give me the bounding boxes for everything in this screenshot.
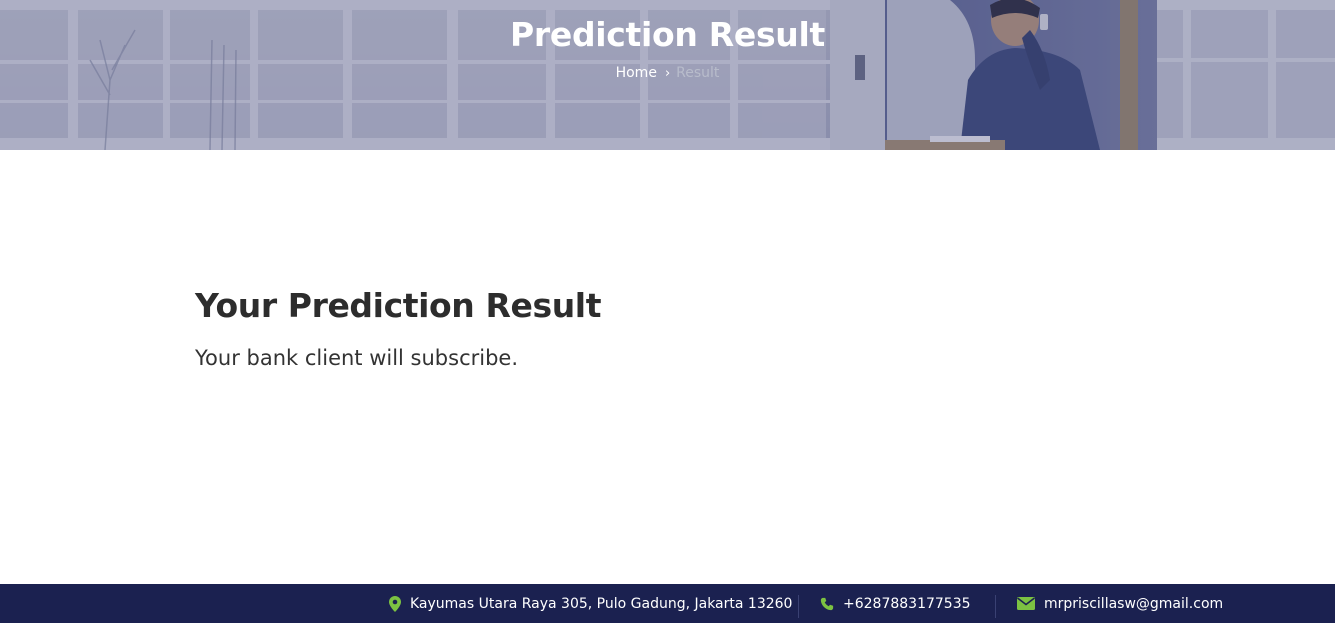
footer-email[interactable]: mrpriscillasw@gmail.com	[1017, 584, 1223, 623]
page: Prediction Result Home › Result Your Predi…	[0, 0, 1335, 623]
result-text: Your bank client will subscribe.	[195, 346, 519, 370]
footer-divider	[798, 595, 799, 618]
footer-divider	[995, 595, 996, 618]
result-heading: Your Prediction Result	[195, 286, 602, 325]
result-section: Your Prediction Result Your bank client …	[195, 284, 1095, 372]
map-pin-icon	[389, 595, 401, 612]
breadcrumb-current: Result	[676, 65, 720, 81]
envelope-icon	[1017, 597, 1035, 610]
footer-phone[interactable]: +6287883177535	[820, 584, 971, 623]
footer-email-text[interactable]: mrpriscillasw@gmail.com	[1044, 596, 1223, 612]
phone-icon	[820, 597, 834, 611]
footer-address-text: Kayumas Utara Raya 305, Pulo Gadung, Jak…	[410, 595, 793, 612]
contact-footer-bar: Kayumas Utara Raya 305, Pulo Gadung, Jak…	[0, 584, 1335, 623]
footer-address: Kayumas Utara Raya 305, Pulo Gadung, Jak…	[389, 584, 792, 623]
breadcrumb-home-link[interactable]: Home	[616, 65, 657, 81]
page-header-banner: Prediction Result Home › Result	[0, 0, 1335, 150]
footer-phone-text[interactable]: +6287883177535	[843, 596, 971, 612]
page-title: Prediction Result	[510, 15, 825, 54]
chevron-right-icon: ›	[664, 66, 671, 81]
breadcrumb: Home › Result	[0, 64, 1335, 83]
